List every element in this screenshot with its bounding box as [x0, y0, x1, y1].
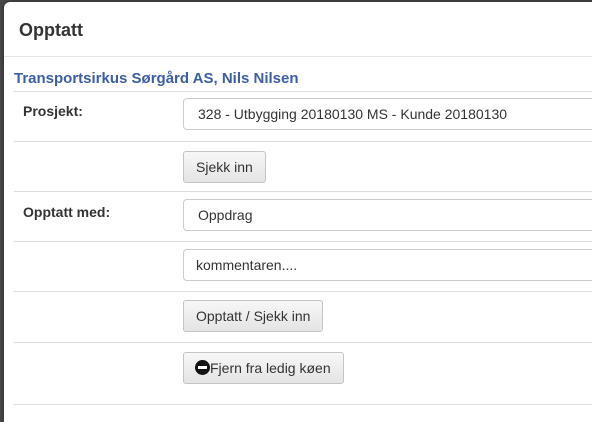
busy-with-row: Opptatt med: Oppdrag: [14, 191, 592, 242]
busy-with-select[interactable]: Oppdrag: [183, 199, 592, 231]
project-row: Prosjekt: 328 - Utbygging 20180130 MS - …: [14, 91, 592, 142]
comment-row: kommentaren....: [14, 241, 592, 292]
remove-queue-label: Fjern fra ledig køen: [210, 360, 331, 376]
remove-queue-button[interactable]: Fjern fra ledig køen: [183, 352, 344, 384]
dialog-header: Opptatt: [4, 2, 592, 57]
dialog-title: Opptatt: [19, 20, 83, 40]
checkin-row: Sjekk inn: [14, 141, 592, 192]
busy-checkin-button[interactable]: Opptatt / Sjekk inn: [183, 300, 324, 332]
minus-circle-icon: [195, 360, 210, 375]
busy-with-label: Opptatt med:: [23, 204, 111, 220]
comment-input[interactable]: kommentaren....: [183, 249, 592, 281]
checkin-button[interactable]: Sjekk inn: [183, 151, 266, 183]
busy-dialog: Opptatt Transportsirkus Sørgård AS, Nils…: [4, 2, 592, 422]
project-label: Prosjekt:: [23, 103, 83, 119]
remove-queue-row: Fjern fra ledig køen: [14, 342, 592, 405]
project-select[interactable]: 328 - Utbygging 20180130 MS - Kunde 2018…: [183, 98, 592, 130]
busy-checkin-row: Opptatt / Sjekk inn: [14, 291, 592, 343]
customer-name: Transportsirkus Sørgård AS, Nils Nilsen: [14, 70, 299, 87]
